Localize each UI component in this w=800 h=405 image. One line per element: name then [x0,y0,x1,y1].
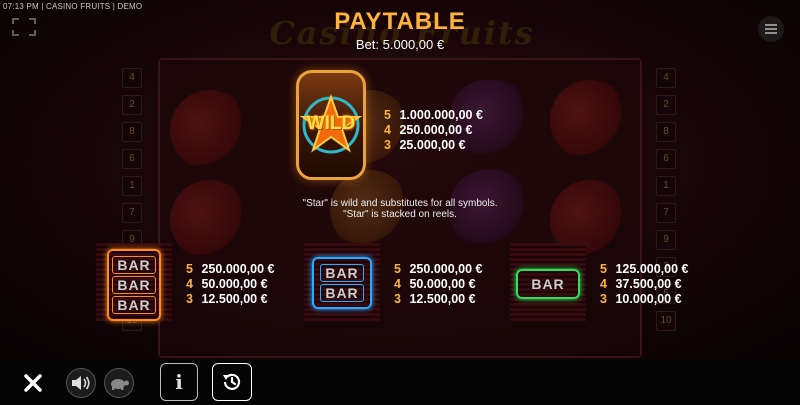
payline-number: 9 [656,230,676,250]
payline-number: 10 [656,311,676,331]
triple-bar-paytable: 5 250.000,00 € 4 50.000,00 € 3 12.500,00… [186,262,274,307]
payline-number: 8 [656,122,676,142]
info-icon: i [175,370,183,394]
payline-number: 4 [656,68,676,88]
history-button[interactable] [212,363,252,401]
control-bar: i [0,360,800,405]
pay-row: 3 10.000,00 € [600,292,682,306]
sound-button[interactable] [66,368,96,398]
double-bar-symbol: BAR BAR [312,257,372,309]
pay-row: 4 50.000,00 € [394,277,476,291]
payline-number: 4 [122,68,142,88]
payline-number: 2 [656,95,676,115]
triple-bar-tile: BAR BAR BAR [96,243,172,321]
payline-number: 1 [122,176,142,196]
info-button[interactable]: i [160,363,198,401]
cherry-symbol [170,180,250,260]
speaker-icon [72,376,90,390]
history-icon [223,373,241,390]
payline-number: 1 [656,176,676,196]
triple-bar-symbol: BAR BAR BAR [107,249,161,321]
pay-row: 3 12.500,00 € [394,292,476,306]
payline-number: 6 [656,149,676,169]
paytable-title: PAYTABLE [334,8,466,35]
turtle-icon [111,379,129,390]
cherry-symbol [170,90,250,170]
single-bar-tile: BAR [510,243,586,321]
close-button[interactable] [20,370,46,396]
pay-row: 3 25.000,00 € [384,138,466,152]
pay-row: 3 12.500,00 € [186,292,268,306]
turbo-button[interactable] [104,368,134,398]
single-bar-symbol: BAR [516,269,580,299]
wild-description: "Star" is wild and substitutes for all s… [302,198,498,220]
payline-number: 6 [122,149,142,169]
pay-row: 5 250.000,00 € [394,262,483,276]
pay-row: 4 50.000,00 € [186,277,268,291]
double-bar-tile: BAR BAR [304,243,380,321]
wild-paytable: 5 1.000.000,00 € 4 250.000,00 € 3 25.000… [384,108,483,153]
wild-symbol: WILD [296,70,366,180]
pay-row: 4 250.000,00 € [384,123,473,137]
payline-number: 8 [122,122,142,142]
pay-row: 5 1.000.000,00 € [384,108,483,122]
double-bar-paytable: 5 250.000,00 € 4 50.000,00 € 3 12.500,00… [394,262,482,307]
bet-amount: Bet: 5.000,00 € [355,37,445,52]
close-icon [24,374,42,392]
single-bar-paytable: 5 125.000,00 € 4 37.500,00 € 3 10.000,00… [600,262,688,307]
wild-label: WILD [306,113,356,134]
pay-row: 4 37.500,00 € [600,277,682,291]
cherry-symbol [550,80,630,160]
pay-row: 5 125.000,00 € [600,262,689,276]
payline-number: 2 [122,95,142,115]
pay-row: 5 250.000,00 € [186,262,275,276]
